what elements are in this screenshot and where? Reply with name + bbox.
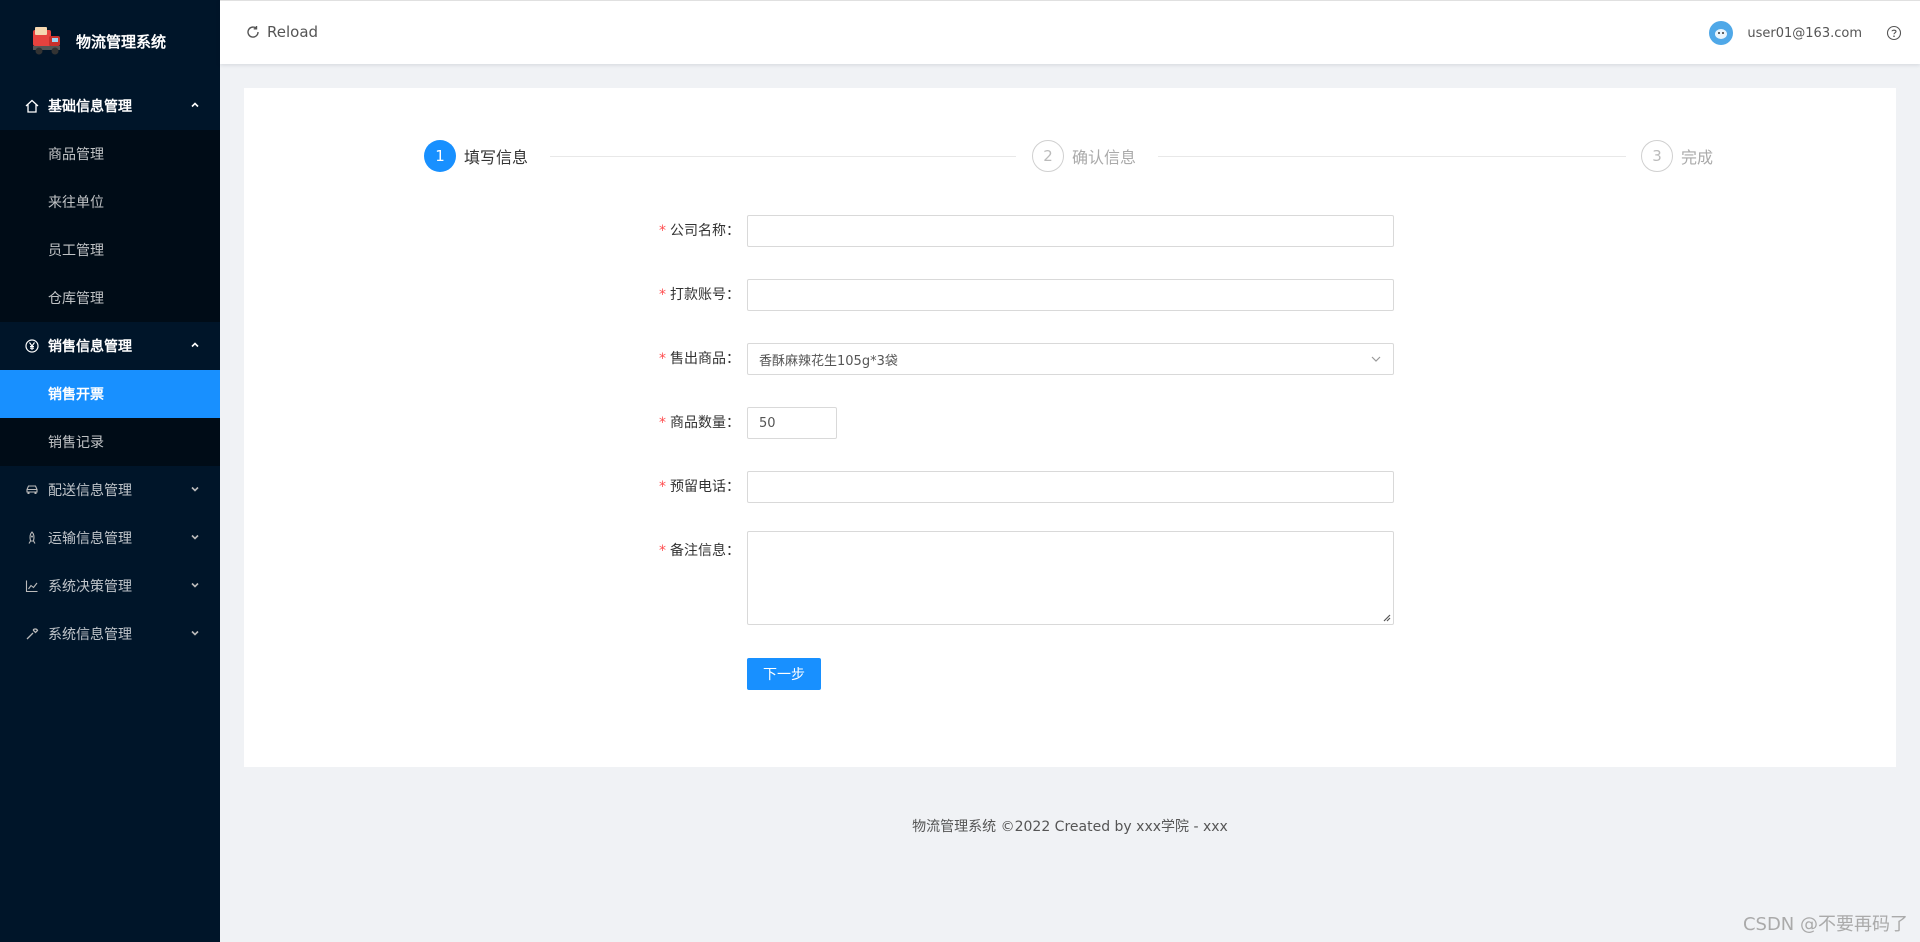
menu-group-system-info[interactable]: 系统信息管理 bbox=[0, 610, 220, 658]
user-menu[interactable]: user01@163.com bbox=[1709, 21, 1862, 45]
label-suffix: ： bbox=[726, 351, 740, 367]
submenu-basic-info: 商品管理 来往单位 员工管理 仓库管理 bbox=[0, 130, 220, 322]
sidebar-item-partner-units[interactable]: 来往单位 bbox=[0, 178, 220, 226]
resize-grip-icon[interactable] bbox=[1381, 612, 1391, 622]
step-1: 1 填写信息 bbox=[424, 140, 528, 172]
rocket-icon bbox=[24, 530, 40, 546]
reload-button[interactable]: Reload bbox=[246, 23, 318, 41]
payment-account-input[interactable] bbox=[747, 279, 1394, 311]
submenu-sales-info: 销售开票 销售记录 bbox=[0, 370, 220, 466]
sidebar-item-sales-records[interactable]: 销售记录 bbox=[0, 418, 220, 466]
menu-group-label: 系统决策管理 bbox=[48, 579, 132, 595]
next-step-button[interactable]: 下一步 bbox=[747, 658, 821, 690]
required-mark: * bbox=[659, 223, 666, 239]
required-mark: * bbox=[659, 287, 666, 303]
menu-group-transport-info[interactable]: 运输信息管理 bbox=[0, 514, 220, 562]
step-2: 2 确认信息 bbox=[1032, 140, 1136, 172]
reload-icon bbox=[247, 26, 259, 38]
phone-input[interactable] bbox=[747, 471, 1394, 503]
step-title: 填写信息 bbox=[464, 148, 529, 167]
step-connector bbox=[550, 156, 1016, 157]
step-title: 确认信息 bbox=[1072, 148, 1137, 167]
step-title: 完成 bbox=[1681, 148, 1714, 167]
menu-group-label: 运输信息管理 bbox=[48, 531, 132, 547]
sidebar-item-employee-management[interactable]: 员工管理 bbox=[0, 226, 220, 274]
required-mark: * bbox=[659, 415, 666, 431]
sidebar-item-sales-invoice[interactable]: 销售开票 bbox=[0, 370, 220, 418]
home-icon bbox=[24, 98, 40, 114]
company-name-input[interactable] bbox=[747, 215, 1394, 247]
label-suffix: ： bbox=[726, 287, 740, 303]
menu-group-decision-management[interactable]: 系统决策管理 bbox=[0, 562, 220, 610]
menu-group-delivery-info[interactable]: 配送信息管理 bbox=[0, 466, 220, 514]
sidebar-item-warehouse-management[interactable]: 仓库管理 bbox=[0, 274, 220, 322]
required-mark: * bbox=[659, 351, 666, 367]
chevron-down-icon bbox=[1371, 356, 1381, 362]
step-connector bbox=[1158, 156, 1626, 157]
label-suffix: ： bbox=[726, 543, 740, 559]
steps: 1 填写信息 2 确认信息 3 完成 bbox=[424, 140, 1714, 172]
account-label-text: 打款账号 bbox=[670, 287, 726, 303]
line-chart-icon bbox=[24, 578, 40, 594]
top-header: Reload user01@163.com bbox=[220, 0, 1920, 64]
sidebar-item-product-management[interactable]: 商品管理 bbox=[0, 130, 220, 178]
yen-circle-icon bbox=[24, 338, 40, 354]
remark-label-text: 备注信息 bbox=[670, 543, 726, 559]
required-mark: * bbox=[659, 479, 666, 495]
account-label: * 打款账号： bbox=[244, 279, 740, 311]
menu-group-label: 销售信息管理 bbox=[48, 339, 132, 355]
reload-label: Reload bbox=[267, 23, 319, 41]
menu-group-basic-info[interactable]: 基础信息管理 bbox=[0, 82, 220, 130]
chevron-down-icon bbox=[190, 628, 202, 640]
footer: 物流管理系统 ©2022 Created by xxx学院 - xxx bbox=[912, 819, 1228, 835]
user-email: user01@163.com bbox=[1747, 25, 1862, 41]
app-title: 物流管理系统 bbox=[76, 32, 167, 51]
chevron-down-icon bbox=[190, 484, 202, 496]
avatar-icon bbox=[1715, 29, 1728, 39]
content-card: 1 填写信息 2 确认信息 3 完成 * 公司名称： * 打款账号： * 售出商品： … bbox=[244, 88, 1896, 767]
sidebar: 物流管理系统 基础信息管理 商品管理 来往单位 员工管理 仓库管理 销售信息管理… bbox=[0, 0, 220, 942]
menu-group-label: 系统信息管理 bbox=[48, 627, 132, 643]
avatar bbox=[1709, 21, 1734, 45]
product-label-text: 售出商品 bbox=[670, 351, 726, 367]
quantity-input[interactable]: 50 bbox=[747, 407, 837, 439]
phone-label-text: 预留电话 bbox=[670, 479, 726, 495]
quantity-label-text: 商品数量 bbox=[670, 415, 726, 431]
menu-group-sales-info[interactable]: 销售信息管理 bbox=[0, 322, 220, 370]
product-label: * 售出商品： bbox=[244, 343, 740, 375]
truck-logo-icon bbox=[33, 27, 60, 55]
menu-group-label: 基础信息管理 bbox=[48, 99, 132, 115]
car-icon bbox=[24, 482, 40, 498]
chevron-down-icon bbox=[190, 532, 202, 544]
phone-label: * 预留电话： bbox=[244, 471, 740, 503]
chevron-down-icon bbox=[190, 580, 202, 592]
required-mark: * bbox=[659, 543, 666, 559]
step-number: 3 bbox=[1641, 140, 1673, 172]
label-suffix: ： bbox=[726, 415, 740, 431]
remark-textarea[interactable] bbox=[747, 531, 1394, 625]
label-suffix: ： bbox=[726, 479, 740, 495]
remark-label: * 备注信息： bbox=[244, 535, 740, 567]
product-select[interactable]: 香酥麻辣花生105g*3袋 bbox=[747, 343, 1394, 375]
quantity-label: * 商品数量： bbox=[244, 407, 740, 439]
company-label-text: 公司名称 bbox=[670, 223, 726, 239]
question-circle-icon[interactable] bbox=[1886, 25, 1902, 45]
app-logo[interactable]: 物流管理系统 bbox=[0, 0, 220, 82]
step-3: 3 完成 bbox=[1641, 140, 1713, 172]
chevron-up-icon bbox=[190, 340, 202, 352]
wrench-icon bbox=[24, 626, 40, 642]
step-number: 2 bbox=[1032, 140, 1064, 172]
menu-group-label: 配送信息管理 bbox=[48, 483, 132, 499]
label-suffix: ： bbox=[726, 223, 740, 239]
product-select-value: 香酥麻辣花生105g*3袋 bbox=[759, 353, 898, 369]
step-number: 1 bbox=[424, 140, 456, 172]
company-label: * 公司名称： bbox=[244, 215, 740, 247]
chevron-up-icon bbox=[190, 100, 202, 112]
watermark: CSDN @不要再码了 bbox=[1742, 914, 1908, 935]
